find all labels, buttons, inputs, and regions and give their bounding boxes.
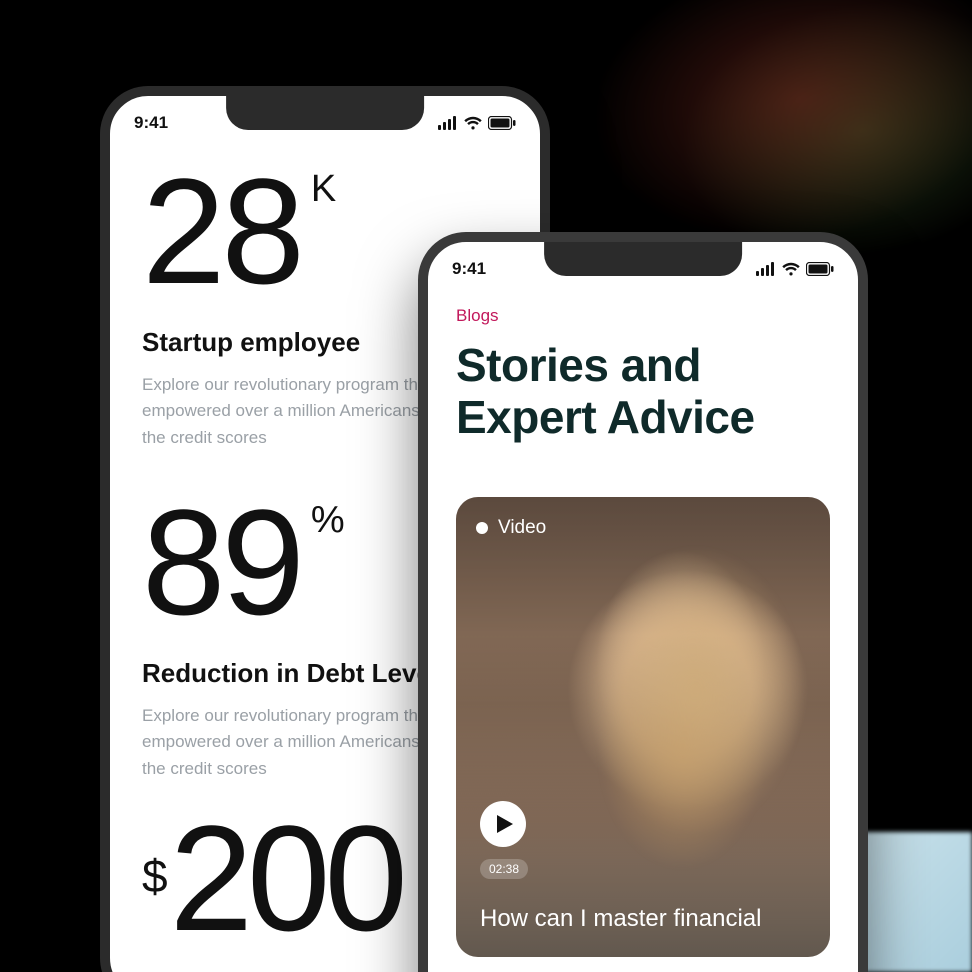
battery-icon [488, 116, 516, 130]
stage: 9:41 28 K Startup employee Explore our r… [0, 0, 972, 972]
status-time: 9:41 [452, 259, 486, 279]
video-title: How can I master financial [480, 903, 806, 935]
status-icons [756, 262, 834, 276]
stat-value: 28 [142, 164, 301, 299]
wifi-icon [782, 262, 800, 276]
battery-icon [806, 262, 834, 276]
stat-suffix: % [311, 501, 345, 539]
phone-notch [226, 96, 424, 130]
section-eyebrow[interactable]: Blogs [456, 306, 830, 326]
video-duration: 02:38 [480, 859, 528, 879]
dot-icon [476, 522, 488, 534]
stat-value: 89 [142, 495, 301, 630]
status-time: 9:41 [134, 113, 168, 133]
status-icons [438, 116, 516, 130]
video-card[interactable]: Video 02:38 How can I master financial [456, 497, 830, 957]
stat-value: 200 [170, 826, 402, 931]
phone-notch [544, 242, 742, 276]
card-overlay [456, 497, 830, 957]
cellular-icon [438, 116, 458, 130]
play-icon [497, 815, 513, 833]
play-button[interactable] [480, 801, 526, 847]
page-headline: Stories and Expert Advice [456, 340, 830, 443]
stat-suffix: K [311, 170, 336, 208]
media-type-label: Video [498, 517, 546, 539]
blog-content: Blogs Stories and Expert Advice Video 02… [428, 296, 858, 957]
cellular-icon [756, 262, 776, 276]
phone-mockup-blog: 9:41 Blogs Stories and Expert Advice Vid… [418, 232, 868, 972]
stat-prefix: $ [142, 849, 168, 903]
media-type-badge: Video [476, 517, 546, 539]
wifi-icon [464, 116, 482, 130]
